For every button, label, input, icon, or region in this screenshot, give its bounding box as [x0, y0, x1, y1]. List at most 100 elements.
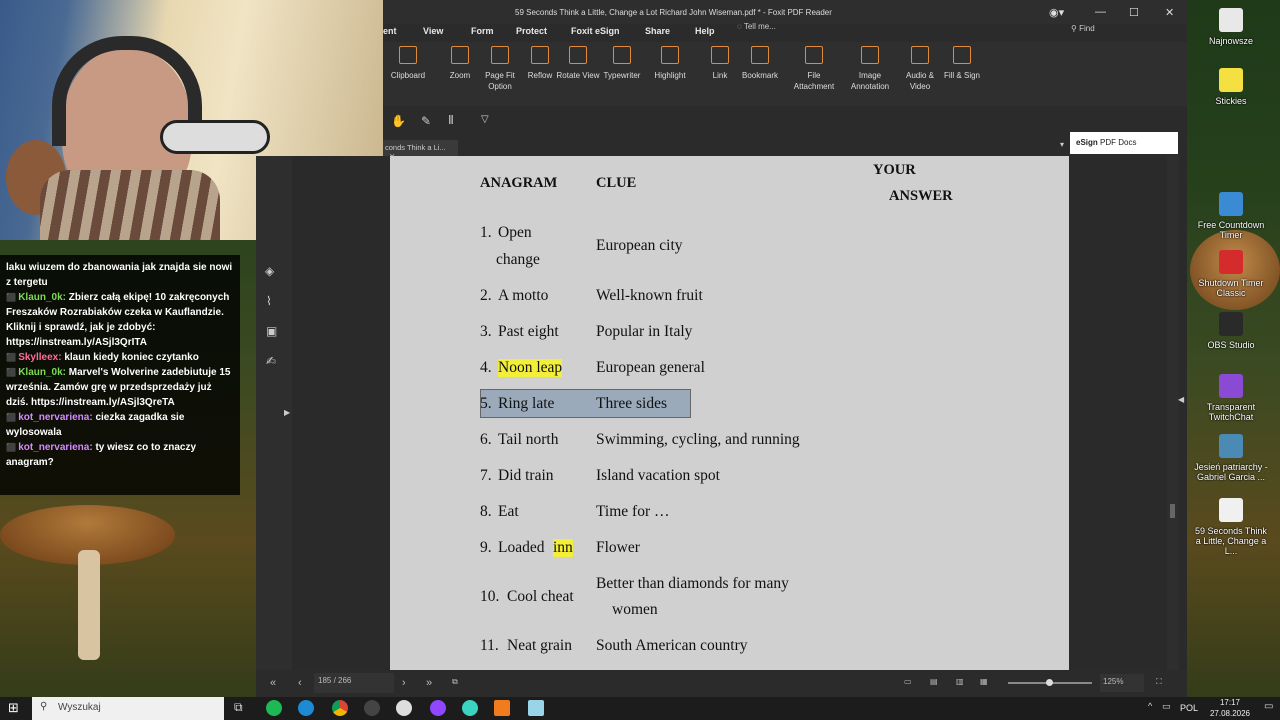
audio-video-icon — [911, 46, 929, 64]
row-number: 10. — [480, 588, 500, 605]
menu-form[interactable]: Form — [471, 26, 494, 36]
spotify-icon[interactable] — [266, 700, 282, 716]
anagram-text: Past eight — [498, 323, 559, 340]
bookmark-button[interactable]: Bookmark — [729, 46, 791, 81]
network-icon[interactable]: ▭ — [1162, 701, 1171, 712]
view-mode-icon[interactable]: ⧉ — [452, 677, 458, 687]
last-page-button[interactable]: » — [426, 677, 432, 689]
clue-text: European general — [596, 359, 705, 376]
menu-view[interactable]: View — [423, 26, 443, 36]
shortcut-icon — [1219, 374, 1243, 398]
file-attachment-icon — [805, 46, 823, 64]
shortcut-icon — [1219, 498, 1243, 522]
menu-help[interactable]: Help — [695, 26, 715, 36]
fullscreen-icon[interactable]: ⛶ — [1156, 677, 1162, 687]
expand-panel-icon[interactable]: ▶ — [284, 408, 290, 417]
pen-tool-icon[interactable]: ✎ — [421, 114, 431, 128]
tell-me-label: Tell me... — [743, 22, 776, 31]
file-attachment-button[interactable]: File Attachment — [783, 46, 845, 92]
desktop-shortcut[interactable]: Stickies — [1192, 68, 1270, 106]
start-button[interactable]: ⊞ — [8, 700, 24, 716]
chatterino-icon[interactable] — [462, 700, 478, 716]
chat-username[interactable]: kot_nervariena: — [18, 442, 92, 453]
hand-tool-icon[interactable]: ✋ — [391, 114, 406, 128]
desktop-shortcut[interactable]: Free Countdown Timer — [1192, 192, 1270, 240]
minimize-button[interactable]: — — [1095, 6, 1106, 18]
zoom-slider-thumb[interactable] — [1046, 679, 1053, 686]
image-annotation-icon — [861, 46, 879, 64]
chat-message: laku wiuzem do zbanowania jak znajda sie… — [6, 260, 234, 290]
chrome-icon[interactable] — [332, 700, 348, 716]
zoom-icon — [451, 46, 469, 64]
find-box[interactable]: ⚲ Find — [1071, 24, 1179, 37]
next-page-button[interactable]: › — [402, 677, 406, 689]
single-page-icon[interactable]: ▭ — [904, 677, 912, 686]
continuous-icon[interactable]: ▤ — [930, 677, 938, 686]
desktop-shortcut[interactable]: Jesień patriarchy - Gabriel Garcia ... — [1192, 434, 1270, 482]
chat-username[interactable]: kot_nervariena: — [18, 412, 92, 423]
menu-ent[interactable]: ent — [383, 26, 397, 36]
chat-username[interactable]: Klaun_0k: — [18, 367, 66, 378]
attachment-icon[interactable]: ⌇ — [266, 294, 272, 308]
twitch-chat: laku wiuzem do zbanowania jak znajda sie… — [0, 255, 240, 495]
chat-badge-icon: ⬛ — [6, 368, 19, 377]
obs-icon[interactable] — [364, 700, 380, 716]
account-icon[interactable]: ◉▾ — [1049, 6, 1064, 19]
clipboard-icon — [399, 46, 417, 64]
shortcut-icon — [1219, 192, 1243, 216]
fill-sign-button[interactable]: Fill & Sign — [931, 46, 993, 81]
desktop-shortcut[interactable]: Shutdown Timer Classic — [1192, 250, 1270, 298]
task-view-icon[interactable]: ⧉ — [234, 700, 243, 715]
tray-chevron-icon[interactable]: ^ — [1148, 701, 1152, 711]
menu-share[interactable]: Share — [645, 26, 670, 36]
layers-icon[interactable]: ◈ — [265, 264, 274, 278]
desktop-shortcut[interactable]: Transparent TwitchChat — [1192, 374, 1270, 422]
chat-badge-icon: ⬛ — [6, 413, 19, 422]
highlight-icon — [661, 46, 679, 64]
lock-icon[interactable]: ▣ — [266, 324, 277, 338]
esign-panel-button[interactable]: eSign PDF Docs — [1070, 132, 1178, 154]
anagram-text: Open — [498, 224, 532, 241]
maximize-button[interactable]: ☐ — [1129, 6, 1139, 19]
cover-icon[interactable]: ▦ — [980, 677, 988, 686]
right-panel-arrow[interactable]: ◀ — [1178, 395, 1184, 404]
vertical-scrollbar[interactable] — [1167, 156, 1179, 670]
chevron-down-icon[interactable]: ▽ — [481, 114, 489, 125]
clock[interactable]: 17:17 27.08.2026 — [1200, 697, 1260, 719]
tell-me-box[interactable]: ◌ Tell me... — [737, 22, 797, 35]
chat-username[interactable]: Skylleex: — [18, 352, 61, 363]
panel-chevron-icon[interactable]: ▾ — [1060, 140, 1064, 149]
twitch-icon[interactable] — [430, 700, 446, 716]
cat-app-icon[interactable] — [396, 700, 412, 716]
desktop-shortcut[interactable]: OBS Studio — [1192, 312, 1270, 350]
close-button[interactable]: ✕ — [1165, 6, 1174, 19]
document-tab[interactable]: conds Think a Li... ✕ — [383, 140, 458, 161]
link-icon — [711, 46, 729, 64]
foxit-taskbar-icon[interactable] — [494, 700, 510, 716]
fill-sign-icon — [953, 46, 971, 64]
chat-username[interactable]: Klaun_0k: — [18, 292, 66, 303]
signature-icon[interactable]: ✍ — [266, 354, 276, 368]
desktop-shortcut[interactable]: Najnowsze — [1192, 8, 1270, 46]
anagram-text: Neat grain — [507, 637, 572, 654]
text-tool-icon[interactable]: Ⅱ — [448, 113, 454, 127]
menu-foxit-esign[interactable]: Foxit eSign — [571, 26, 620, 36]
row-number: 11. — [480, 637, 499, 654]
menu-protect[interactable]: Protect — [516, 26, 547, 36]
prev-page-button[interactable]: ‹ — [298, 677, 302, 689]
zoom-slider[interactable] — [1008, 679, 1092, 686]
shortcut-label: 59 Seconds Think a Little, Change a L... — [1195, 526, 1267, 556]
notepad-icon[interactable] — [528, 700, 544, 716]
notification-icon[interactable]: ▭ — [1264, 701, 1273, 712]
first-page-button[interactable]: « — [270, 677, 276, 689]
scroll-thumb[interactable] — [1170, 504, 1175, 518]
typewriter-icon — [613, 46, 631, 64]
edge-icon[interactable] — [298, 700, 314, 716]
language-indicator[interactable]: POL — [1180, 703, 1198, 713]
row-number: 7. — [480, 467, 492, 484]
facing-icon[interactable]: ▥ — [956, 677, 964, 686]
taskbar-search[interactable]: ⚲ Wyszukaj — [32, 697, 224, 720]
zoom-level[interactable]: 125% — [1100, 674, 1144, 692]
desktop-shortcut[interactable]: 59 Seconds Think a Little, Change a L... — [1192, 498, 1270, 556]
page-number-field[interactable]: 185 / 266 — [314, 673, 394, 693]
